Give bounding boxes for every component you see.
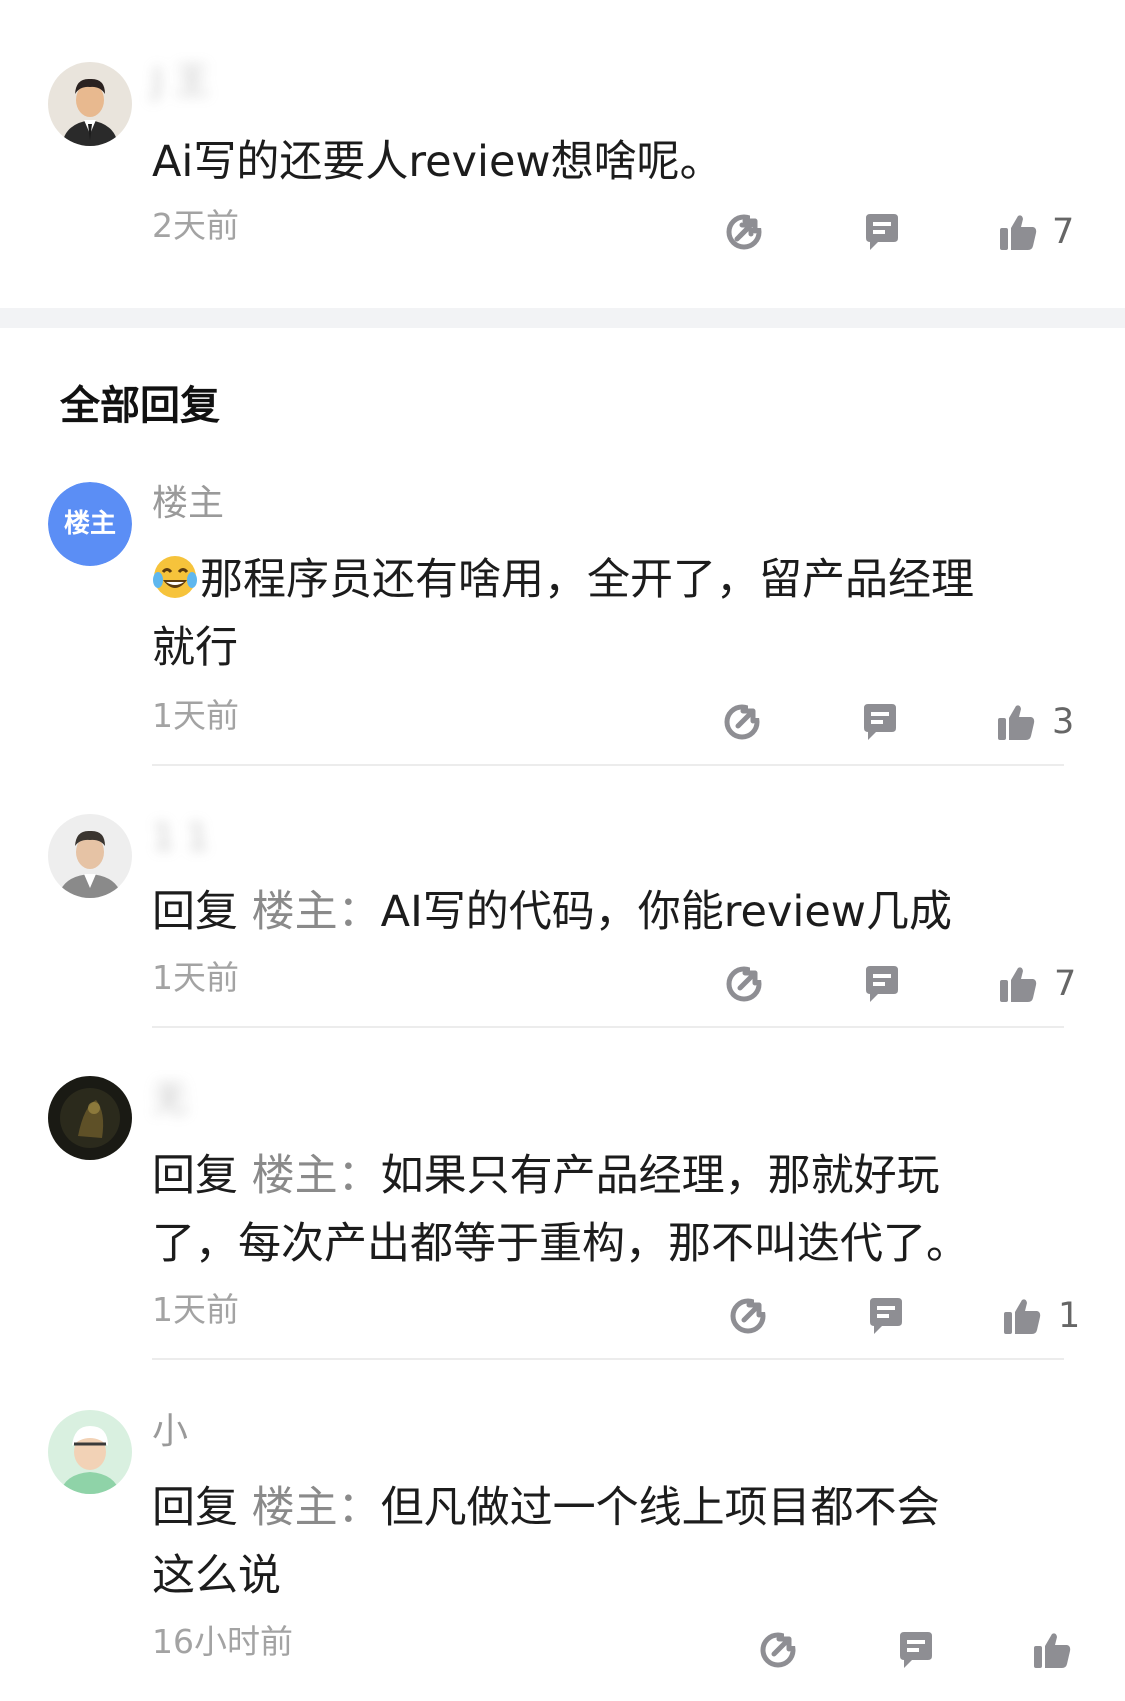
reply-target-link[interactable]: 楼主: [252, 1151, 338, 1201]
thumbs-up-icon[interactable]: [998, 964, 1038, 1004]
divider: [152, 764, 1064, 766]
share-icon[interactable]: [724, 964, 764, 1004]
comment-text: 回复 楼主：AI写的代码，你能review几成: [152, 878, 952, 946]
like-count: 7: [1052, 212, 1075, 252]
comment-icon[interactable]: [862, 964, 902, 1004]
like-count: 7: [1054, 964, 1077, 1004]
comment-line: 了，每次产出都等于重构，那不叫迭代了。: [152, 1219, 969, 1269]
tears-of-joy-emoji: [152, 554, 198, 600]
comment-line: 这么说: [152, 1551, 281, 1601]
section-title: 全部回复: [60, 383, 220, 429]
share-icon[interactable]: [758, 1630, 798, 1670]
divider: [152, 1358, 1064, 1360]
reply-colon: ：: [337, 1151, 381, 1201]
share-icon[interactable]: [728, 1296, 768, 1336]
comment-icon[interactable]: [862, 212, 902, 252]
divider: [152, 1026, 1064, 1028]
avatar-label: 楼主: [63, 509, 116, 539]
share-icon[interactable]: [722, 702, 762, 742]
timestamp: 16小时前: [152, 1622, 293, 1661]
comment-icon[interactable]: [866, 1296, 906, 1336]
comment-line: 就行: [152, 623, 238, 673]
like-count: 1: [1058, 1296, 1081, 1336]
like-count: 3: [1052, 702, 1075, 742]
username[interactable]: J 王: [152, 60, 210, 104]
comment-line: AI写的代码，你能review几成: [380, 887, 952, 937]
username[interactable]: 1 1: [152, 816, 209, 860]
thumbs-up-icon[interactable]: [996, 702, 1036, 742]
username[interactable]: 小: [152, 1410, 188, 1454]
section-divider: [0, 308, 1125, 328]
comment-text: 那程序员还有啥用，全开了，留产品经理: [152, 546, 974, 614]
comment-line: 那程序员还有啥用，全开了，留产品经理: [200, 555, 974, 605]
reply-colon: ：: [337, 1483, 381, 1533]
reply-label: 回复: [152, 887, 238, 937]
reply-target-link[interactable]: 楼主: [252, 887, 338, 937]
comment-line: 但凡做过一个线上项目都不会: [380, 1483, 940, 1533]
reply-label: 回复: [152, 1151, 238, 1201]
comment-text: Ai写的还要人review想啥呢。: [152, 137, 723, 187]
share-icon[interactable]: [724, 212, 764, 252]
timestamp: 1天前: [152, 958, 239, 997]
comment-text: 回复 楼主：但凡做过一个线上项目都不会: [152, 1474, 940, 1542]
thumbs-up-icon[interactable]: [1032, 1630, 1072, 1670]
username[interactable]: 无: [152, 1078, 188, 1122]
comment-icon[interactable]: [860, 702, 900, 742]
avatar[interactable]: [48, 1076, 132, 1160]
thumbs-up-icon[interactable]: [998, 212, 1038, 252]
timestamp: 1天前: [152, 1290, 239, 1329]
avatar[interactable]: [48, 814, 132, 898]
thumbs-up-icon[interactable]: [1002, 1296, 1042, 1336]
avatar[interactable]: [48, 62, 132, 146]
reply-colon: ：: [337, 887, 381, 937]
reply-target-link[interactable]: 楼主: [252, 1483, 338, 1533]
timestamp: 2天前: [152, 206, 239, 245]
timestamp: 1天前: [152, 696, 239, 735]
reply-label: 回复: [152, 1483, 238, 1533]
comment-text: 回复 楼主：如果只有产品经理，那就好玩: [152, 1142, 940, 1210]
username[interactable]: 楼主: [152, 482, 224, 526]
comment-line: 如果只有产品经理，那就好玩: [380, 1151, 940, 1201]
avatar[interactable]: [48, 1410, 132, 1494]
comment-icon[interactable]: [896, 1630, 936, 1670]
